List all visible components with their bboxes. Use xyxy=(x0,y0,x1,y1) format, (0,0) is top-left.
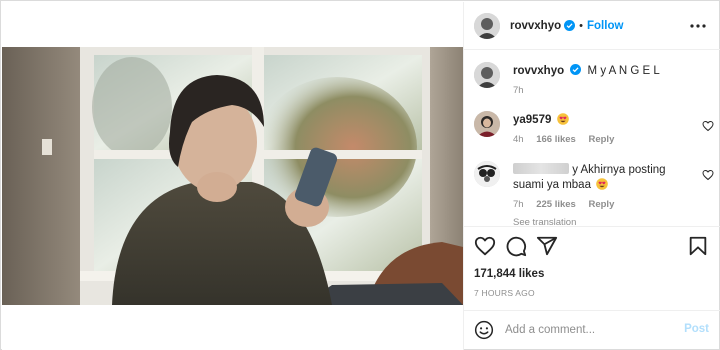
caption-item: rovvxhyo M y A N G E L 7h xyxy=(474,62,714,98)
caption-avatar[interactable] xyxy=(474,62,500,88)
post-dialog: rovvxhyo • Follow rovvxhyo M y A N G E L… xyxy=(0,0,720,350)
post-button[interactable]: Post xyxy=(684,323,709,335)
commenter-avatar[interactable] xyxy=(474,161,500,187)
post-photo[interactable] xyxy=(2,47,463,305)
follow-button[interactable]: Follow xyxy=(587,20,623,32)
caption-username[interactable]: rovvxhyo xyxy=(513,65,564,77)
comment-username[interactable]: ya9579 xyxy=(513,114,551,126)
comments-panel: rovvxhyo • Follow rovvxhyo M y A N G E L… xyxy=(463,2,720,350)
smiley-icon[interactable] xyxy=(474,320,494,340)
comment-heart-icon[interactable] xyxy=(702,120,714,132)
comment-item: y Akhirnya posting suami ya mbaa 7h 225 … xyxy=(474,161,714,228)
caption-age[interactable]: 7h xyxy=(513,85,524,96)
comment-input[interactable] xyxy=(505,321,675,339)
commenter-avatar-image xyxy=(474,161,500,187)
heart-eyes-emoji xyxy=(556,113,569,125)
action-bar: 171,844 likes 7 HOURS AGO xyxy=(464,226,720,309)
post-timestamp[interactable]: 7 HOURS AGO xyxy=(474,288,535,298)
verified-badge-icon xyxy=(570,64,582,75)
heart-eyes-emoji xyxy=(596,178,608,190)
post-photo-image xyxy=(2,47,463,305)
comment-age[interactable]: 7h xyxy=(513,199,524,210)
comment-likes[interactable]: 225 likes xyxy=(536,199,576,210)
commenter-avatar-image xyxy=(474,111,500,137)
commenter-avatar[interactable] xyxy=(474,111,500,137)
post-header: rovvxhyo • Follow xyxy=(464,2,720,50)
more-options-icon[interactable] xyxy=(689,17,707,35)
caption-meta: 7h xyxy=(513,83,692,98)
caption-avatar-image xyxy=(474,62,500,88)
comment-item: ya9579 4h 166 likes Reply xyxy=(474,111,714,147)
comment-body: y Akhirnya posting suami ya mbaa 7h 225 … xyxy=(513,163,692,230)
comment-heart-icon[interactable] xyxy=(702,169,714,181)
comment-meta: 4h 166 likes Reply xyxy=(513,132,692,147)
media-pane xyxy=(2,2,463,350)
separator-dot: • xyxy=(579,19,583,32)
comment-bubble-icon[interactable] xyxy=(505,235,527,257)
redacted-username xyxy=(513,163,569,174)
comment-likes[interactable]: 166 likes xyxy=(536,134,576,145)
paper-plane-icon[interactable] xyxy=(536,235,558,257)
likes-count[interactable]: 171,844 likes xyxy=(474,268,544,280)
comment-age[interactable]: 4h xyxy=(513,134,524,145)
comment-body: ya9579 4h 166 likes Reply xyxy=(513,113,692,147)
caption-body: rovvxhyo M y A N G E L 7h xyxy=(513,64,692,98)
author-avatar[interactable] xyxy=(474,12,500,39)
author-username[interactable]: rovvxhyo xyxy=(510,20,561,32)
reply-button[interactable]: Reply xyxy=(588,199,614,210)
caption-text: M y A N G E L xyxy=(587,65,660,77)
comments-list: rovvxhyo M y A N G E L 7h ya9579 4h 166 … xyxy=(464,51,720,228)
comment-meta: 7h 225 likes Reply xyxy=(513,197,692,212)
verified-badge-icon xyxy=(564,20,576,31)
author-avatar-image xyxy=(474,12,500,39)
bookmark-icon[interactable] xyxy=(687,235,709,257)
heart-icon[interactable] xyxy=(474,235,496,257)
add-comment-bar: Post xyxy=(464,310,720,350)
reply-button[interactable]: Reply xyxy=(588,134,614,145)
